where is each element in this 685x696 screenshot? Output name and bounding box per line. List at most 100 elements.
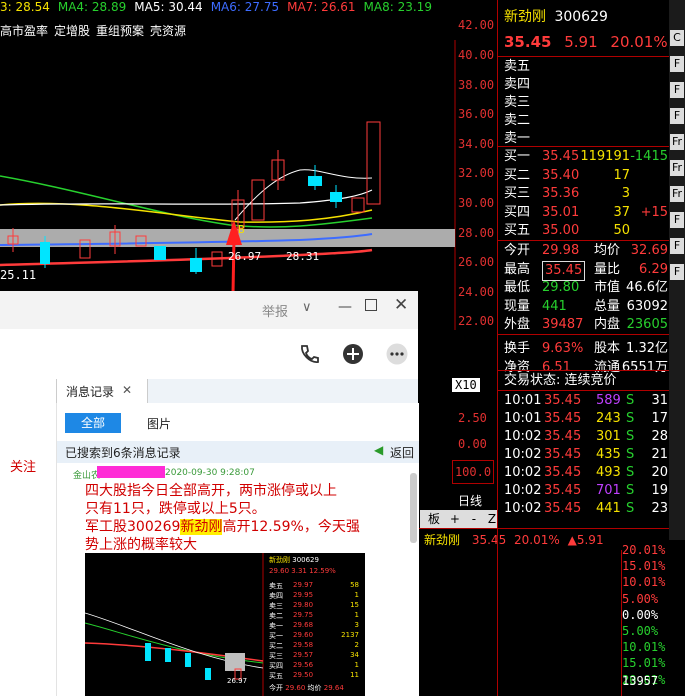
bid-row: 买四 35.01 37 +15 [504, 204, 670, 222]
thumb-quote-row: 卖五 29.97 58 [269, 581, 361, 591]
close-icon[interactable]: ✕ [394, 295, 408, 315]
y-tick: 38.00 [458, 78, 495, 92]
maximize-icon[interactable] [365, 299, 377, 311]
sender-name: 金山农 [73, 471, 101, 481]
candlestick-chart[interactable] [0, 40, 496, 330]
chat-scrollbar[interactable] [410, 473, 417, 543]
tab-message-history[interactable]: 消息记录 [66, 383, 114, 400]
trade-time: 10:02 [504, 483, 542, 498]
side-strip-button[interactable]: Fr [670, 134, 684, 150]
trade-row: 10:02 35.45 301 S 28 [504, 428, 670, 446]
message-body: 四大股指今日全部高开，两市涨停或以上 只有11只，跌停或以上5只。 军工股300… [85, 482, 385, 554]
trade-side: S [626, 429, 635, 444]
thumb-row-label: 买三 [269, 652, 283, 660]
side-strip-button[interactable]: Fr [670, 160, 684, 176]
trade-volume: 435 [596, 447, 621, 462]
stat-label: 外盘 [504, 317, 531, 332]
thumb-row-label: 卖一 [269, 622, 283, 630]
stat-label: 市值 [594, 280, 621, 295]
side-strip-button[interactable]: F [670, 56, 684, 72]
side-strip-button[interactable]: F [670, 82, 684, 98]
follow-label: 关注 [10, 460, 37, 475]
stat-value: 39487 [542, 317, 584, 332]
fit-button[interactable]: Z [488, 512, 496, 526]
indicator-tags: 高市盈率 定增股 重组预案 壳资源 [0, 22, 192, 39]
filter-all-button[interactable]: 全部 [65, 413, 121, 433]
thumb-chart [85, 553, 264, 696]
stock-pct: 20.01% [610, 33, 668, 51]
bid-label: 买三 [504, 186, 531, 201]
moving-average-bar: 3: 28.54 MA4: 28.89 MA5: 30.44 MA6: 27.75 MA… [0, 0, 496, 22]
thumb-quote-row: 买三 29.57 34 [269, 651, 361, 661]
side-strip-button[interactable]: F [670, 238, 684, 254]
minimize-icon[interactable]: — [338, 299, 352, 315]
day-line-tab[interactable]: 日线 [458, 492, 482, 509]
side-strip-button[interactable]: F [670, 264, 684, 280]
filter-images-button[interactable]: 图片 [147, 415, 171, 432]
trade-price: 35.45 [544, 411, 582, 426]
trade-side: S [626, 465, 635, 480]
ma-value: MA7: 26.61 [287, 0, 356, 14]
indicator-tag[interactable]: 定增股 [54, 24, 90, 38]
side-strip-button[interactable]: F [670, 212, 684, 228]
trade-volume: 493 [596, 465, 621, 480]
trade-volume: 243 [596, 411, 621, 426]
stat-row: 现量 441 总量 63092 [504, 298, 670, 316]
trade-time: 10:02 [504, 429, 542, 444]
back-arrow-icon[interactable]: ◀ [374, 443, 383, 457]
vol-scale-box: 100.0 [452, 460, 494, 484]
thumb-row-vol: 11 [350, 671, 359, 679]
back-link[interactable]: 返回 [390, 444, 414, 461]
ask-label: 卖五 [504, 59, 531, 74]
thumb-quote-row: 买四 29.56 1 [269, 661, 361, 671]
bid-price: 35.40 [542, 167, 580, 183]
search-result-bar: 已搜索到6条消息记录 ◀ 返回 [57, 441, 419, 463]
thumb-quote-row: 卖三 29.80 15 [269, 601, 361, 611]
indicator-tag[interactable]: 重组预案 [96, 24, 144, 38]
phone-icon[interactable] [298, 343, 320, 365]
thumb-row-price: 29.57 [293, 651, 314, 659]
chat-image-thumbnail[interactable]: 26.97 新劲刚 300629 29.60 3.31 12.59% 卖五 29.… [85, 553, 365, 696]
ticker-name: 新劲刚 [424, 533, 461, 547]
thumb-row-label: 买五 [269, 672, 283, 680]
trade-row: 10:01 35.45 589 S 31 [504, 392, 670, 410]
trade-side: S [626, 393, 635, 408]
zoom-in-button[interactable]: + [450, 512, 460, 526]
bid-delta: +15 [640, 204, 668, 220]
trade-side: S [626, 411, 635, 426]
bid-volume: 17 [613, 167, 630, 183]
side-strip-button[interactable]: Fr [670, 186, 684, 202]
indicator-tag[interactable]: 高市盈率 [0, 24, 48, 38]
stat-label: 现量 [504, 298, 531, 314]
bid-price: 35.01 [542, 204, 580, 220]
trade-price: 35.45 [544, 429, 582, 444]
report-link[interactable]: 举报 [262, 301, 288, 320]
stat-value: 32.69 [630, 243, 668, 258]
chat-title-bar: 举报 ∨ — ✕ [0, 291, 418, 329]
bid-label: 买四 [504, 204, 531, 220]
ma-line-white [0, 189, 373, 206]
zoom-out-button[interactable]: - [472, 512, 476, 526]
stat-value: 46.6亿 [626, 280, 668, 295]
redaction-block [97, 466, 165, 478]
result-count: 已搜索到6条消息记录 [65, 446, 181, 460]
bid-row: 买一 35.45 119191 -1415 [504, 148, 670, 166]
side-strip-button[interactable]: C [670, 30, 684, 46]
bid-delta: -1415 [630, 149, 668, 164]
ask-label: 卖四 [504, 77, 531, 92]
chat-toolbar [0, 329, 418, 380]
stat-value: 1.32亿 [626, 341, 668, 356]
trade-count: 17 [651, 411, 668, 426]
add-icon[interactable] [342, 343, 364, 365]
more-icon[interactable] [386, 343, 408, 365]
close-icon[interactable]: ✕ [122, 383, 132, 397]
y-tick: 36.00 [458, 107, 495, 121]
panel-controls: 板 + - Z [420, 510, 498, 528]
chat-window[interactable]: 举报 ∨ — ✕ ✕ 消息记录 ✕ 关注 全部 图片 已搜索到6条消息记录 ◀ … [0, 291, 419, 696]
y-tick: 32.00 [458, 166, 495, 180]
indicator-tag[interactable]: 壳资源 [150, 24, 186, 38]
side-strip-button[interactable]: F [670, 108, 684, 124]
trade-time: 10:01 [504, 411, 542, 426]
ma-value: MA4: 28.89 [57, 0, 127, 14]
chevron-down-icon[interactable]: ∨ [302, 300, 312, 315]
